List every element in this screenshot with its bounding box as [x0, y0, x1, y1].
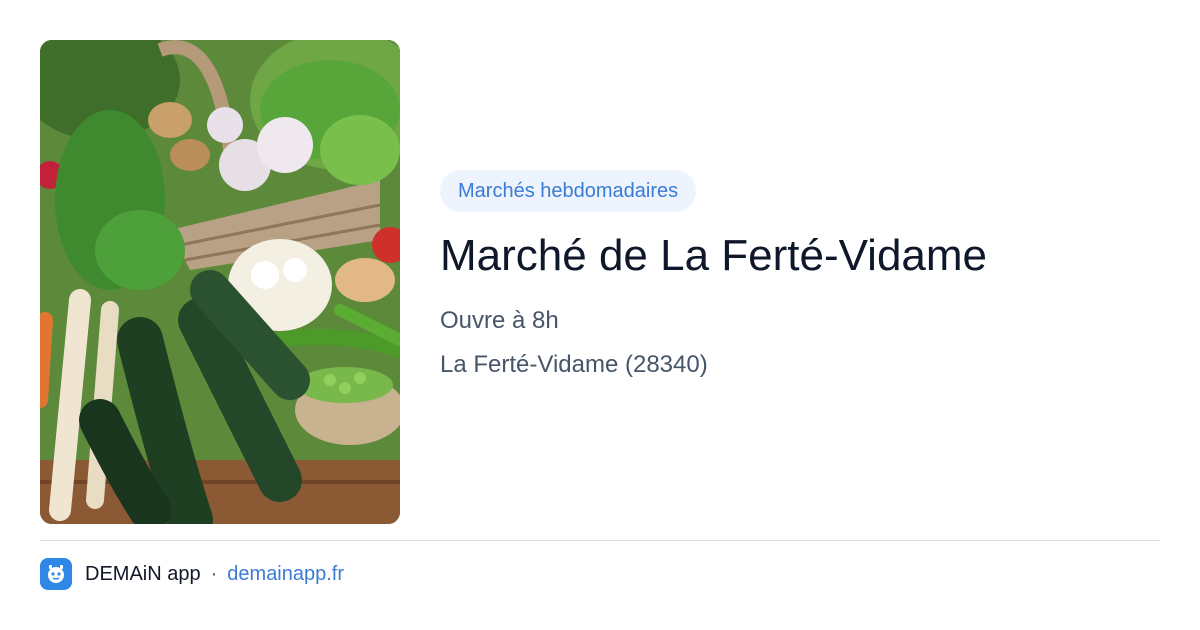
opening-hours: Ouvre à 8h	[440, 307, 559, 334]
footer-separator: ·	[210, 562, 218, 585]
site-link[interactable]: demainapp.fr	[227, 563, 344, 586]
card-content: Marchés hebdomadaires Marché de La Ferté…	[440, 170, 1160, 380]
brand-name: DEMAiN app	[85, 562, 201, 585]
market-photo	[40, 40, 400, 524]
market-title: Marché de La Ferté-Vidame	[440, 231, 988, 280]
preview-card: Marchés hebdomadaires Marché de La Ferté…	[0, 0, 1200, 630]
demain-app-logo-icon	[40, 558, 72, 590]
footer-divider	[40, 540, 1160, 541]
location-text: La Ferté-Vidame (28340)	[440, 351, 708, 378]
footer: DEMAiN app · demainapp.fr	[40, 556, 344, 592]
vegetables-illustration	[40, 40, 400, 524]
category-badge[interactable]: Marchés hebdomadaires	[440, 170, 697, 212]
